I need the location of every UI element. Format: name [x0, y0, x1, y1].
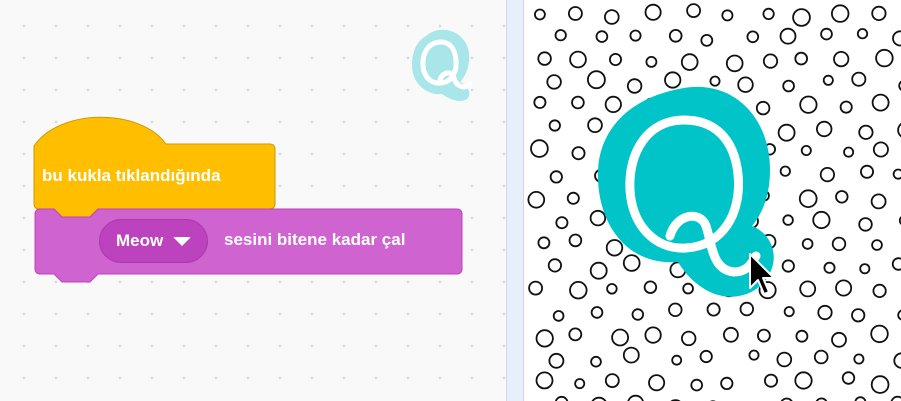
mouse-cursor-icon — [749, 253, 775, 295]
sprite-q[interactable] — [524, 0, 901, 401]
sound-dropdown[interactable]: Meow — [99, 219, 209, 263]
block-stack — [33, 116, 463, 283]
sound-dropdown-value: Meow — [116, 231, 164, 250]
play-sound-label: sesini bitene kadar çal — [224, 230, 406, 249]
chevron-down-icon — [173, 236, 192, 246]
pane-divider[interactable] — [506, 0, 524, 401]
when-clicked-label: bu kukla tıklandığında — [42, 166, 221, 185]
stage[interactable] — [524, 0, 901, 401]
